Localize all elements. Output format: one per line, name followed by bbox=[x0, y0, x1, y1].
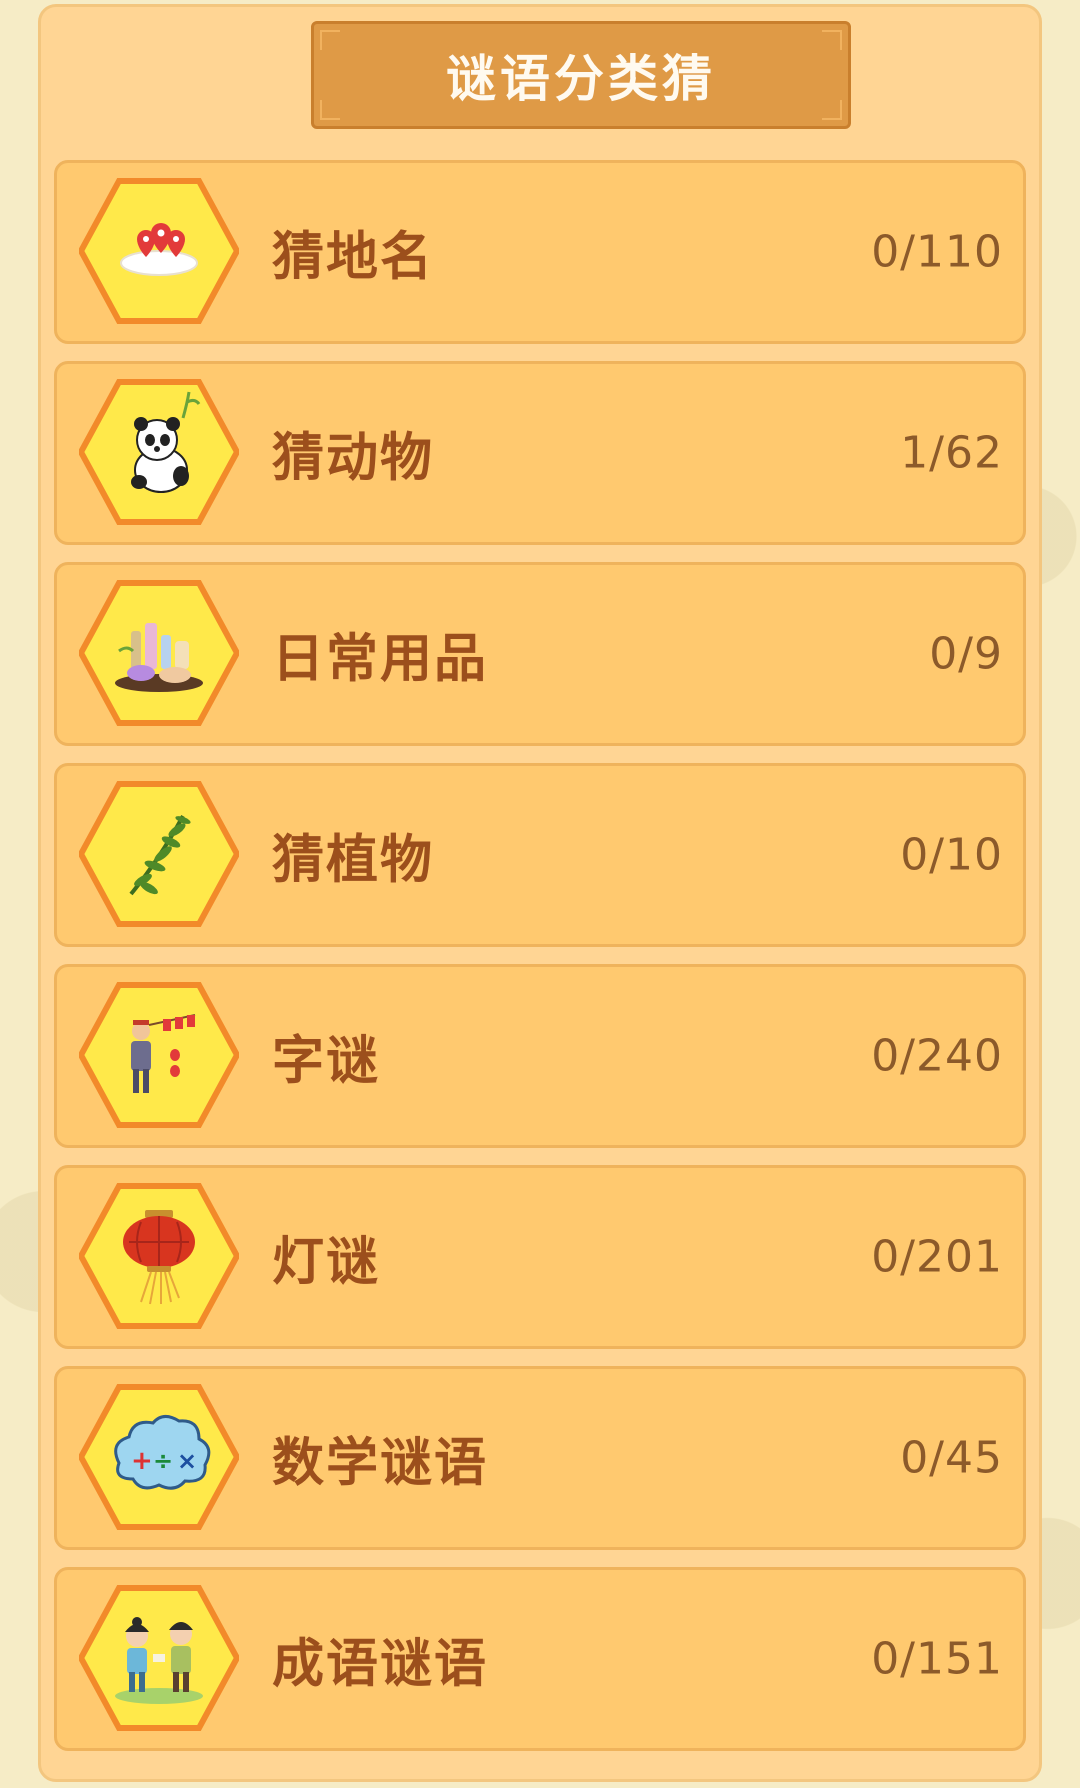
lantern-icon bbox=[79, 1182, 239, 1330]
corner-ornament bbox=[320, 100, 340, 120]
category-item-character-riddles[interactable]: 字谜 0/240 bbox=[54, 964, 1026, 1148]
category-item-daily-goods[interactable]: 日常用品 0/9 bbox=[54, 562, 1026, 746]
category-progress: 1/62 bbox=[900, 427, 1003, 479]
category-progress: 0/201 bbox=[871, 1231, 1003, 1283]
category-item-idiom-riddles[interactable]: 成语谜语 0/151 bbox=[54, 1567, 1026, 1751]
category-label: 数学谜语 bbox=[272, 1433, 489, 1494]
category-list: 猜地名 0/110 猜动物 1/62 日常用品 0/9 猜植物 0/10 字谜 … bbox=[54, 160, 1026, 1768]
category-label: 猜动物 bbox=[272, 428, 435, 489]
category-label: 猜植物 bbox=[272, 830, 435, 891]
category-item-math-riddles[interactable]: + ÷ × 数学谜语 0/45 bbox=[54, 1366, 1026, 1550]
category-label: 字谜 bbox=[272, 1031, 381, 1092]
category-progress: 0/151 bbox=[871, 1633, 1003, 1685]
category-item-place-names[interactable]: 猜地名 0/110 bbox=[54, 160, 1026, 344]
category-label: 灯谜 bbox=[272, 1232, 381, 1293]
category-item-animals[interactable]: 猜动物 1/62 bbox=[54, 361, 1026, 545]
category-progress: 0/10 bbox=[900, 829, 1003, 881]
kids-idiom-icon bbox=[79, 1584, 239, 1732]
math-cloud-icon: + ÷ × bbox=[79, 1383, 239, 1531]
map-pin-icon bbox=[79, 177, 239, 325]
daily-goods-icon bbox=[79, 579, 239, 727]
category-progress: 0/110 bbox=[871, 226, 1003, 278]
category-progress: 0/9 bbox=[929, 628, 1003, 680]
corner-ornament bbox=[320, 30, 340, 50]
category-label: 日常用品 bbox=[272, 629, 489, 690]
category-item-lantern-riddles[interactable]: 灯谜 0/201 bbox=[54, 1165, 1026, 1349]
category-label: 成语谜语 bbox=[272, 1634, 489, 1695]
plant-icon bbox=[79, 780, 239, 928]
corner-ornament bbox=[822, 100, 842, 120]
svg-text:÷: ÷ bbox=[153, 1447, 173, 1475]
title-bar: 谜语分类猜 bbox=[311, 21, 851, 129]
corner-ornament bbox=[822, 30, 842, 50]
category-progress: 0/240 bbox=[871, 1030, 1003, 1082]
svg-text:×: × bbox=[177, 1447, 197, 1475]
svg-text:+: + bbox=[131, 1446, 153, 1476]
category-progress: 0/45 bbox=[900, 1432, 1003, 1484]
category-item-plants[interactable]: 猜植物 0/10 bbox=[54, 763, 1026, 947]
category-label: 猜地名 bbox=[272, 227, 435, 288]
panda-icon bbox=[79, 378, 239, 526]
character-riddle-icon bbox=[79, 981, 239, 1129]
page-title: 谜语分类猜 bbox=[446, 50, 716, 108]
